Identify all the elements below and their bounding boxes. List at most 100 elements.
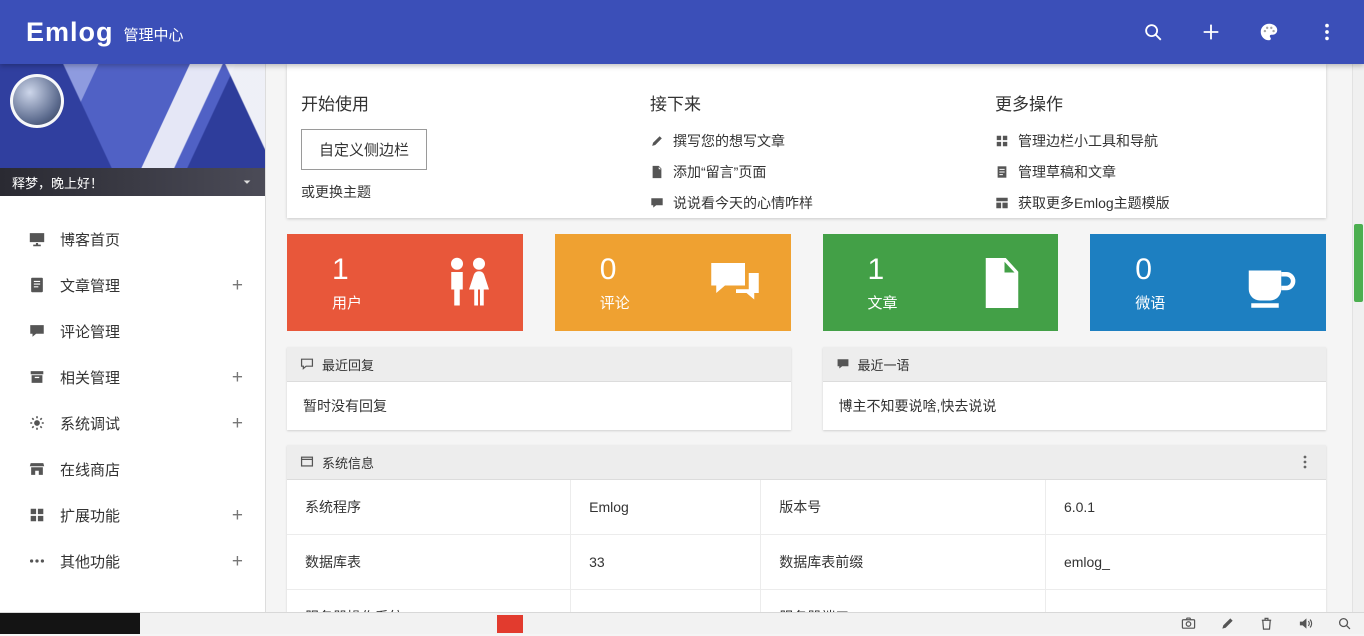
avatar[interactable] [10,74,64,128]
draft-doc-icon [995,165,1009,179]
file-icon [972,253,1032,313]
user-greeting-dropdown[interactable]: 释梦，晚上好！ [0,168,265,196]
comments-icon [705,253,765,313]
info-value: Windows NT [571,590,761,613]
link-label: 管理边栏小工具和导航 [1018,131,1158,151]
edit-icon[interactable] [1220,616,1235,631]
panel-kebab-menu-icon[interactable] [1297,454,1313,470]
link-label: 添加“留言”页面 [673,162,766,182]
info-key: 数据库表前缀 [761,535,1046,590]
screenshot-icon[interactable] [1181,616,1196,631]
change-theme-link[interactable]: 或更换主题 [301,182,650,202]
article-icon [28,276,46,294]
next-steps-column: 接下来 撰写您的想写文章 添加“留言”页面 说说看今天的心情咋样 [650,90,995,218]
taskbar-dark-segment [0,613,140,634]
sidebar-item-blog-home[interactable]: 博客首页 [0,216,265,262]
sidebar-item-comments[interactable]: 评论管理 [0,308,265,354]
customize-sidebar-button[interactable]: 自定义侧边栏 [301,129,427,170]
panel-title: 系统信息 [322,453,374,472]
table-row: 系统程序 Emlog 版本号 6.0.1 [287,480,1326,535]
expand-plus-icon: + [232,552,243,571]
system-info-panel: 系统信息 系统程序 Emlog 版本号 6.0.1 数据库表 33 数据库表前缀… [287,445,1326,612]
panel-title: 最近回复 [322,355,374,374]
terminal-window-icon [300,455,314,469]
zoom-search-icon[interactable] [1337,616,1352,631]
add-page-link[interactable]: 添加“留言”页面 [650,156,995,187]
stat-card-comments[interactable]: 0 评论 [555,234,791,331]
overflow-menu-icon[interactable] [1316,21,1338,43]
recent-word-panel: 最近一语 博主不知要说啥,快去说说 [823,347,1327,430]
pencil-icon [650,134,664,148]
taskbar-app-icon[interactable] [497,615,523,633]
topbar: Emlog 管理中心 [0,0,1364,64]
column-title: 接下来 [650,90,995,115]
sidebar-item-articles[interactable]: 文章管理 + [0,262,265,308]
info-key: 服务器端口 [761,590,1046,613]
theme-palette-icon[interactable] [1258,21,1280,43]
link-label: 管理草稿和文章 [1018,162,1116,182]
sidebar-item-store[interactable]: 在线商店 [0,446,265,492]
stat-card-users[interactable]: 1 用户 [287,234,523,331]
comment-icon [28,322,46,340]
stat-card-articles[interactable]: 1 文章 [823,234,1059,331]
panel-header: 最近一语 [823,347,1327,382]
status-bar-tools [1181,613,1352,634]
expand-plus-icon: + [232,276,243,295]
panel-header: 系统信息 [287,445,1326,480]
sidebar-item-other[interactable]: 其他功能 + [0,538,265,584]
table-row: 数据库表 33 数据库表前缀 emlog_ [287,535,1326,590]
gear-icon [28,414,46,432]
users-icon [437,253,497,313]
widgets-grid-icon [995,134,1009,148]
add-icon[interactable] [1200,21,1222,43]
write-article-link[interactable]: 撰写您的想写文章 [650,125,995,156]
search-icon[interactable] [1142,21,1164,43]
quote-bubble-icon [836,357,850,371]
manage-widgets-link[interactable]: 管理边栏小工具和导航 [995,125,1326,156]
recent-replies-body: 暂时没有回复 [287,382,791,430]
theme-layout-icon [995,196,1009,210]
link-label: 说说看今天的心情咋样 [673,193,813,213]
menu-label: 扩展功能 [60,505,120,526]
manage-drafts-link[interactable]: 管理草稿和文章 [995,156,1326,187]
trash-icon[interactable] [1259,616,1274,631]
link-label: 获取更多Emlog主题模版 [1018,193,1170,213]
info-value: Emlog [571,480,761,535]
main-content: 开始使用 自定义侧边栏 或更换主题 接下来 撰写您的想写文章 添加“留言”页面 … [267,64,1352,612]
link-label: 撰写您的想写文章 [673,131,785,151]
topbar-actions [1142,21,1338,43]
greeting-text: 释梦，晚上好！ [12,173,103,192]
info-key: 版本号 [761,480,1046,535]
menu-label: 在线商店 [60,459,120,480]
recent-word-body[interactable]: 博主不知要说啥,快去说说 [823,382,1327,430]
monitor-icon [28,230,46,248]
menu-label: 相关管理 [60,367,120,388]
volume-icon[interactable] [1298,616,1313,631]
speech-bubble-icon [650,196,664,210]
scrollbar-thumb[interactable] [1354,224,1363,302]
page-icon [650,165,664,179]
system-info-table: 系统程序 Emlog 版本号 6.0.1 数据库表 33 数据库表前缀 emlo… [287,480,1326,612]
sidebar-item-related[interactable]: 相关管理 + [0,354,265,400]
sidebar-item-extensions[interactable]: 扩展功能 + [0,492,265,538]
stat-card-microblog[interactable]: 0 微语 [1090,234,1326,331]
welcome-card: 开始使用 自定义侧边栏 或更换主题 接下来 撰写您的想写文章 添加“留言”页面 … [287,64,1326,218]
info-value: 6.0.1 [1045,480,1326,535]
sidebar-item-system-debug[interactable]: 系统调试 + [0,400,265,446]
chevron-down-icon [241,176,253,188]
info-value: emlog_ [1045,535,1326,590]
extension-icon [28,506,46,524]
info-key: 服务器操作系统 [287,590,571,613]
post-mood-link[interactable]: 说说看今天的心情咋样 [650,187,995,218]
app-title: 管理中心 [124,24,184,45]
info-key: 系统程序 [287,480,571,535]
comment-outline-icon [300,357,314,371]
recent-panels: 最近回复 暂时没有回复 最近一语 博主不知要说啥,快去说说 [287,347,1326,430]
vertical-scrollbar[interactable] [1352,64,1364,612]
archive-icon [28,368,46,386]
menu-label: 评论管理 [60,321,120,342]
profile-header: 释梦，晚上好！ [0,64,265,196]
info-key: 数据库表 [287,535,571,590]
get-themes-link[interactable]: 获取更多Emlog主题模版 [995,187,1326,218]
store-icon [28,460,46,478]
